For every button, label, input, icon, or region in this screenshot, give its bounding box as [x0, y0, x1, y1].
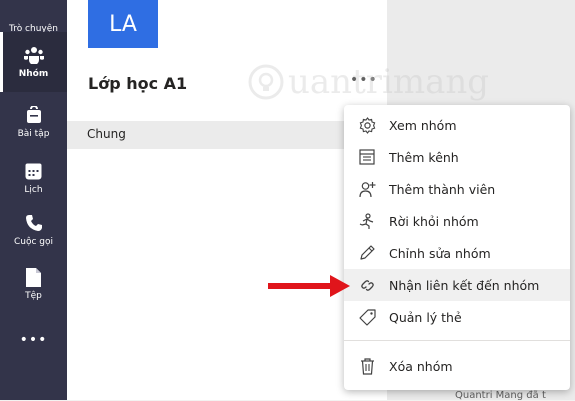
add-channel-icon	[358, 148, 376, 166]
menu-item-label: Rời khỏi nhóm	[389, 213, 479, 229]
menu-divider	[344, 340, 570, 341]
rail-item-label: Bài tập	[17, 129, 50, 139]
menu-item-label: Xem nhóm	[389, 117, 457, 133]
gear-icon	[358, 116, 376, 134]
trash-icon	[358, 357, 376, 375]
activity-snippet: Quantri Mang đã t	[455, 390, 546, 401]
rail-item-calendar[interactable]: Lịch	[0, 152, 67, 212]
team-avatar[interactable]: LA	[88, 0, 158, 48]
more-apps-icon: •••	[19, 332, 48, 348]
menu-item-view-team[interactable]: Xem nhóm	[344, 109, 570, 141]
team-context-menu: Xem nhóm Thêm kênh Thêm thành viên Rời k…	[344, 105, 570, 390]
menu-item-label: Thêm thành viên	[389, 181, 496, 197]
calls-icon	[23, 212, 45, 234]
rail-item-assignments[interactable]: Bài tập	[0, 96, 67, 156]
rail-item-label: Tệp	[25, 291, 42, 301]
tag-icon	[358, 308, 376, 326]
teams-panel: LA Lớp học A1 ••• Chung	[67, 0, 387, 400]
assignments-icon	[23, 104, 45, 126]
menu-item-leave-team[interactable]: Rời khỏi nhóm	[344, 205, 570, 237]
menu-item-label: Xóa nhóm	[389, 358, 453, 374]
channel-label: Chung	[87, 127, 126, 141]
annotation-arrow-icon	[268, 275, 350, 297]
channel-item-general[interactable]: Chung	[67, 121, 387, 149]
calendar-icon	[23, 160, 45, 182]
rail-item-calls[interactable]: Cuộc gọi	[0, 204, 67, 264]
pencil-icon	[358, 244, 376, 262]
menu-item-label: Thêm kênh	[389, 149, 459, 165]
rail-item-teams[interactable]: Nhóm	[0, 32, 67, 92]
more-apps-button[interactable]: •••	[0, 326, 67, 354]
more-options-button[interactable]: •••	[350, 72, 378, 88]
link-icon	[358, 276, 376, 294]
menu-item-label: Chỉnh sửa nhóm	[389, 245, 491, 261]
rail-item-label: Lịch	[24, 185, 43, 195]
team-name[interactable]: Lớp học A1	[88, 74, 187, 93]
menu-item-add-channel[interactable]: Thêm kênh	[344, 141, 570, 173]
leave-team-icon	[358, 212, 376, 230]
teams-icon	[23, 44, 45, 66]
add-member-icon	[358, 180, 376, 198]
menu-item-delete-team[interactable]: Xóa nhóm	[344, 350, 570, 382]
rail-item-label: Cuộc gọi	[13, 237, 54, 247]
menu-item-edit-team[interactable]: Chỉnh sửa nhóm	[344, 237, 570, 269]
menu-item-get-link[interactable]: Nhận liên kết đến nhóm	[344, 269, 570, 301]
menu-item-label: Nhận liên kết đến nhóm	[389, 277, 540, 293]
app-rail: Trò chuyện Nhóm Bài tập Lịch Cuộc gọi Tệ…	[0, 0, 67, 400]
rail-item-files[interactable]: Tệp	[0, 260, 67, 320]
menu-item-manage-tags[interactable]: Quản lý thẻ	[344, 301, 570, 333]
rail-item-label: Nhóm	[18, 69, 49, 79]
menu-item-label: Quản lý thẻ	[389, 309, 462, 325]
menu-item-add-member[interactable]: Thêm thành viên	[344, 173, 570, 205]
files-icon	[23, 266, 45, 288]
